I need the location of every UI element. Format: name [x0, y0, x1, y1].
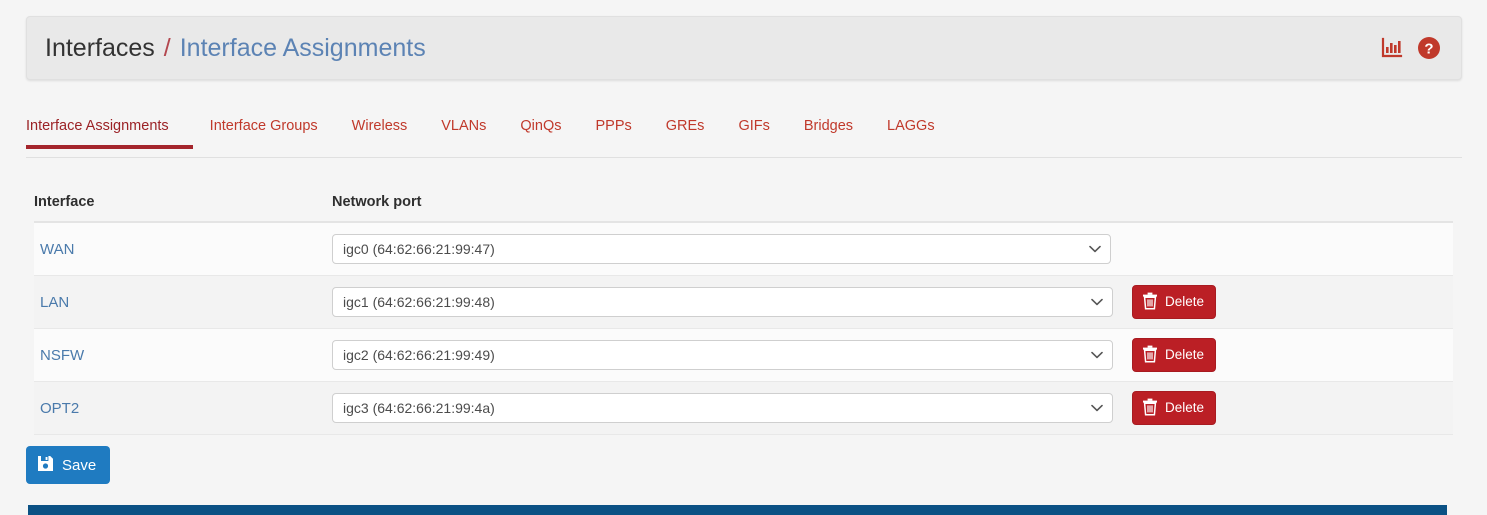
delete-button-lan[interactable]: Delete — [1132, 284, 1217, 320]
breadcrumb: Interfaces / Interface Assignments — [45, 34, 426, 63]
interface-link-nsfw[interactable]: NSFW — [34, 347, 84, 364]
column-header-actions — [1132, 190, 1453, 223]
tab-label: GIFs — [738, 118, 770, 134]
table-row: LAN igc1 (64:62:66:21:99:48) Delete — [34, 275, 1453, 329]
tab-label: Interface Groups — [209, 118, 318, 134]
chevron-down-icon — [1091, 288, 1103, 316]
tab-gres[interactable]: GREs — [649, 106, 722, 148]
breadcrumb-current: Interface Assignments — [179, 33, 426, 62]
save-button[interactable]: Save — [26, 446, 111, 484]
footer-accent-bar — [28, 505, 1447, 515]
floppy-save-icon — [37, 455, 54, 475]
cell-network-port: igc1 (64:62:66:21:99:48) — [332, 275, 1132, 329]
delete-button-nsfw[interactable]: Delete — [1132, 337, 1217, 373]
tab-label: QinQs — [520, 118, 562, 134]
table-header-row: Interface Network port — [34, 190, 1453, 223]
save-button-label: Save — [62, 456, 97, 474]
tab-label: Interface Assignments — [26, 118, 169, 134]
cell-network-port: igc0 (64:62:66:21:99:47) — [332, 222, 1132, 276]
cell-interface: OPT2 — [34, 381, 332, 435]
network-port-select-opt2[interactable]: igc3 (64:62:66:21:99:4a) — [332, 393, 1113, 423]
delete-button-label: Delete — [1165, 347, 1205, 363]
cell-actions: Delete — [1132, 328, 1453, 382]
breadcrumb-separator: / — [163, 33, 171, 62]
tab-interface-assignments[interactable]: Interface Assignments — [26, 106, 193, 149]
cell-actions — [1132, 222, 1453, 276]
tab-label: Wireless — [351, 118, 408, 134]
table-head: Interface Network port — [34, 190, 1453, 223]
delete-button-label: Delete — [1165, 400, 1205, 416]
network-port-select-value: igc0 (64:62:66:21:99:47) — [343, 241, 495, 257]
cell-actions: Delete — [1132, 275, 1453, 329]
interface-link-wan[interactable]: WAN — [34, 241, 74, 258]
stats-chart-icon[interactable] — [1381, 37, 1403, 59]
tab-label: GREs — [665, 118, 705, 134]
tab-bridges[interactable]: Bridges — [787, 106, 870, 148]
trash-icon — [1142, 345, 1158, 366]
table-row: NSFW igc2 (64:62:66:21:99:49) Delete — [34, 328, 1453, 382]
tab-label: Bridges — [803, 118, 854, 134]
column-header-network-port: Network port — [332, 190, 1132, 223]
network-port-select-lan[interactable]: igc1 (64:62:66:21:99:48) — [332, 287, 1113, 317]
network-port-select-value: igc3 (64:62:66:21:99:4a) — [343, 400, 495, 416]
chevron-down-icon — [1091, 394, 1103, 422]
cell-network-port: igc2 (64:62:66:21:99:49) — [332, 328, 1132, 382]
chevron-down-icon — [1089, 235, 1101, 263]
cell-interface: NSFW — [34, 328, 332, 382]
trash-icon — [1142, 292, 1158, 313]
table-row: OPT2 igc3 (64:62:66:21:99:4a) Delete — [34, 381, 1453, 435]
tab-qinqs[interactable]: QinQs — [503, 106, 578, 148]
tab-ppps[interactable]: PPPs — [579, 106, 649, 148]
cell-actions: Delete — [1132, 381, 1453, 435]
page-header-panel: Interfaces / Interface Assignments ? — [26, 16, 1462, 80]
network-port-select-nsfw[interactable]: igc2 (64:62:66:21:99:49) — [332, 340, 1113, 370]
cell-interface: LAN — [34, 275, 332, 329]
tab-label: PPPs — [595, 118, 632, 134]
header-icon-group: ? — [1381, 36, 1441, 60]
network-port-select-value: igc1 (64:62:66:21:99:48) — [343, 294, 495, 310]
delete-button-opt2[interactable]: Delete — [1132, 390, 1217, 426]
svg-text:?: ? — [1424, 41, 1433, 58]
table-row: WAN igc0 (64:62:66:21:99:47) — [34, 222, 1453, 276]
tab-interface-groups[interactable]: Interface Groups — [193, 106, 335, 148]
tab-label: VLANs — [441, 118, 487, 134]
delete-button-label: Delete — [1165, 294, 1205, 310]
tab-gifs[interactable]: GIFs — [721, 106, 786, 148]
column-header-interface: Interface — [34, 190, 332, 223]
cell-interface: WAN — [34, 222, 332, 276]
interface-assignments-table-wrapper: Interface Network port WAN igc0 (64:62:6… — [34, 190, 1453, 435]
interface-link-opt2[interactable]: OPT2 — [34, 400, 79, 417]
tab-wireless[interactable]: Wireless — [335, 106, 425, 148]
tab-vlans[interactable]: VLANs — [424, 106, 503, 148]
table-body: WAN igc0 (64:62:66:21:99:47) LAN igc1 (6… — [34, 222, 1453, 435]
help-circle-icon[interactable]: ? — [1417, 36, 1441, 60]
tab-laggs[interactable]: LAGGs — [870, 106, 952, 148]
trash-icon — [1142, 398, 1158, 419]
network-port-select-wan[interactable]: igc0 (64:62:66:21:99:47) — [332, 234, 1111, 264]
network-port-select-value: igc2 (64:62:66:21:99:49) — [343, 347, 495, 363]
tab-bar: Interface Assignments Interface Groups W… — [26, 106, 1462, 158]
chevron-down-icon — [1091, 341, 1103, 369]
interface-assignments-table: Interface Network port WAN igc0 (64:62:6… — [34, 190, 1453, 435]
breadcrumb-root[interactable]: Interfaces — [45, 34, 155, 63]
interface-link-lan[interactable]: LAN — [34, 294, 69, 311]
cell-network-port: igc3 (64:62:66:21:99:4a) — [332, 381, 1132, 435]
tab-label: LAGGs — [887, 118, 935, 134]
